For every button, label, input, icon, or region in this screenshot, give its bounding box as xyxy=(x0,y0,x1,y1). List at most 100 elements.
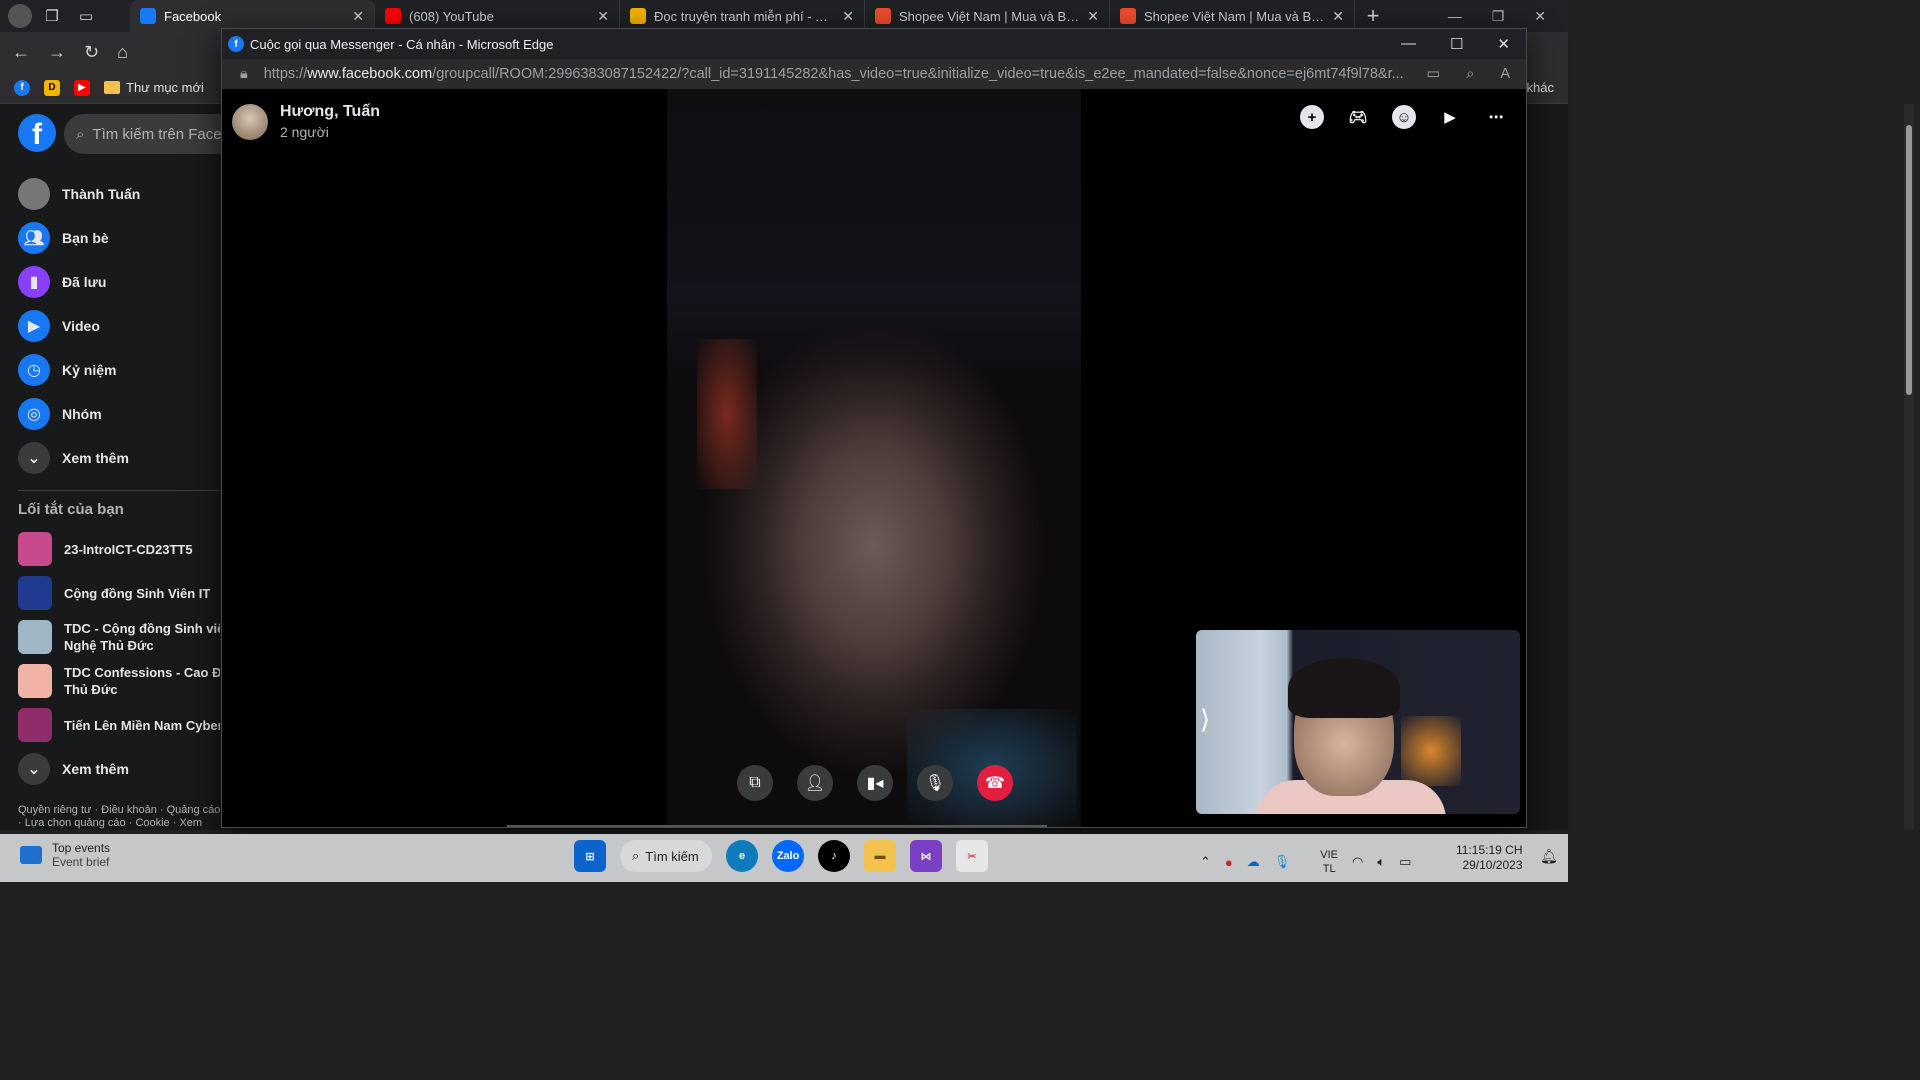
read-aloud-icon[interactable]: A xyxy=(1500,66,1510,82)
share-screen-button[interactable]: ⧉ xyxy=(737,765,773,801)
file-explorer-icon[interactable]: ▬ xyxy=(864,840,896,872)
microphone-toggle-button[interactable]: 🎙︎ xyxy=(917,765,953,801)
forward-icon[interactable]: → xyxy=(48,42,66,63)
more-options-icon[interactable]: ⋯ xyxy=(1484,105,1508,129)
visual-studio-icon[interactable]: ⋈ xyxy=(910,840,942,872)
home-icon[interactable]: ⌂ xyxy=(117,42,128,63)
sidebar-item[interactable]: ⌄ Xem thêm xyxy=(8,436,220,480)
tiktok-icon[interactable]: ♪ xyxy=(818,840,850,872)
tab-title: Shopee Việt Nam | Mua và Bán T xyxy=(899,8,1080,24)
camera-permission-icon[interactable]: ▭ xyxy=(1427,66,1441,82)
widgets-button[interactable]: Top events Event brief xyxy=(20,841,110,869)
facebook-bookmark-icon[interactable]: f xyxy=(14,79,30,96)
sidebar-item[interactable]: 👥︎ Bạn bè xyxy=(8,216,220,260)
search-icon: ⌕ xyxy=(76,125,85,143)
end-call-button[interactable]: ☎ xyxy=(977,765,1013,801)
shortcut-item[interactable]: 23-IntroICT-CD23TT5 xyxy=(8,527,220,571)
facebook-footer[interactable]: Quyền riêng tư · Điều khoản · Quảng cáo … xyxy=(18,804,223,830)
refresh-icon[interactable]: ↻ xyxy=(84,42,99,63)
popup-close-button[interactable]: ✕ xyxy=(1497,35,1510,53)
effects-icon[interactable]: ☺ xyxy=(1392,105,1416,129)
sidebar-item[interactable]: ▮ Đã lưu xyxy=(8,260,220,304)
tab-actions-icon[interactable]: ▭ xyxy=(72,2,100,30)
watch-together-icon[interactable]: ▶ xyxy=(1438,105,1462,129)
shortcut-text: Cộng đồng Sinh Viên IT xyxy=(64,585,210,602)
clock[interactable]: 11:15:19 CH 29/10/2023 xyxy=(1456,843,1523,873)
chevron-down-icon: ⌄ xyxy=(18,753,50,785)
add-person-button[interactable]: 👤︎ xyxy=(797,765,833,801)
restore-button[interactable]: ❐ xyxy=(1492,8,1505,25)
tab-title: Đọc truyện tranh miễn phí - Truy xyxy=(654,8,835,24)
profile-avatar[interactable] xyxy=(8,4,32,28)
taskbar: Top events Event brief ⊞ ⌕ Tìm kiếm e Za… xyxy=(0,834,1568,882)
page-scrollbar-thumb[interactable] xyxy=(1906,125,1912,395)
shortcut-thumbnail xyxy=(18,664,52,698)
bookmark-folder[interactable]: Thư mục mới xyxy=(104,80,204,95)
popup-minimize-button[interactable]: — xyxy=(1401,35,1416,53)
close-icon[interactable]: ✕ xyxy=(1332,8,1344,25)
shortcut-item[interactable]: TDC Confessions - Cao Đẳn Thủ Đức xyxy=(8,659,220,703)
battery-icon[interactable]: ▭ xyxy=(1399,854,1411,870)
youtube-icon xyxy=(385,8,401,24)
sidebar-item[interactable]: Thành Tuấn xyxy=(8,172,220,216)
camera-toggle-button[interactable]: ▮◂ xyxy=(857,765,893,801)
clock-date: 29/10/2023 xyxy=(1462,858,1523,872)
call-controls: ⧉ 👤︎ ▮◂ 🎙︎ ☎ xyxy=(737,765,1013,801)
chevron-up-icon[interactable]: ⌃ xyxy=(1200,854,1211,870)
input-language[interactable]: VIE TL xyxy=(1320,848,1338,876)
shortcut-item[interactable]: Cộng đồng Sinh Viên IT xyxy=(8,571,220,615)
edge-icon[interactable]: e xyxy=(726,840,758,872)
workspaces-icon[interactable]: ❐ xyxy=(38,2,66,30)
close-icon[interactable]: ✕ xyxy=(842,8,854,25)
url-prefix: https:// xyxy=(263,66,308,82)
sidebar-item[interactable]: ◷ Kỷ niệm xyxy=(8,348,220,392)
volume-icon[interactable]: 🔈︎ xyxy=(1377,854,1385,870)
shortcut-item[interactable]: TDC - Cộng đồng Sinh viên Nghệ Thủ Đức xyxy=(8,615,220,659)
close-window-button[interactable]: ✕ xyxy=(1534,8,1546,25)
self-video[interactable]: ⟩ xyxy=(1196,630,1520,814)
minimize-button[interactable]: — xyxy=(1448,8,1462,25)
tab-title: (608) YouTube xyxy=(409,8,494,24)
comic-bookmark-icon[interactable]: D xyxy=(44,79,60,96)
popup-titlebar: f Cuộc gọi qua Messenger - Cá nhân - Mic… xyxy=(222,29,1526,59)
shortcut-text: TDC Confessions - Cao Đẳn Thủ Đức xyxy=(64,664,220,698)
start-button[interactable]: ⊞ xyxy=(574,840,606,872)
shopee-icon xyxy=(875,8,891,24)
popup-window-title: Cuộc gọi qua Messenger - Cá nhân - Micro… xyxy=(250,36,554,52)
popup-maximize-button[interactable]: ☐ xyxy=(1450,35,1463,53)
shortcuts-see-more-label: Xem thêm xyxy=(62,761,129,777)
popup-address-bar[interactable]: 🔒︎ https://www.facebook.com/groupcall/RO… xyxy=(222,59,1526,89)
snipping-tool-icon[interactable]: ✂ xyxy=(956,840,988,872)
sidebar-item[interactable]: ◎ Nhóm xyxy=(8,392,220,436)
close-icon[interactable]: ✕ xyxy=(352,8,364,25)
close-icon[interactable]: ✕ xyxy=(1087,8,1099,25)
url-domain: www.facebook.com xyxy=(307,66,433,82)
other-bookmarks[interactable]: khác xyxy=(1527,80,1554,95)
video-icon: ▶ xyxy=(18,310,50,342)
microphone-icon[interactable]: 🎙︎ xyxy=(1274,854,1291,870)
add-icon[interactable]: + xyxy=(1300,105,1324,129)
collapse-self-view-icon[interactable]: ⟩ xyxy=(1200,704,1210,735)
onedrive-icon[interactable]: ☁ xyxy=(1247,854,1260,870)
popup-scrollbar[interactable] xyxy=(507,825,1047,827)
shortcut-line1: TDC - Cộng đồng Sinh viên xyxy=(64,621,220,636)
close-icon[interactable]: ✕ xyxy=(597,8,609,25)
zoom-icon[interactable]: ⌕ xyxy=(1466,66,1474,82)
security-icon[interactable]: ● xyxy=(1225,855,1233,870)
sidebar-item[interactable]: ▶ Video xyxy=(8,304,220,348)
games-icon[interactable]: 🎮︎ xyxy=(1346,105,1370,129)
url-path: /groupcall/ROOM:2996383087152422/?call_i… xyxy=(432,66,1404,82)
wifi-icon[interactable]: ◠ xyxy=(1352,854,1363,870)
new-tab-button[interactable]: + xyxy=(1355,3,1391,29)
taskbar-search[interactable]: ⌕ Tìm kiếm xyxy=(620,840,712,872)
popup-url[interactable]: https://www.facebook.com/groupcall/ROOM:… xyxy=(264,66,1411,82)
zalo-icon[interactable]: Zalo xyxy=(772,840,804,872)
youtube-bookmark-icon[interactable]: ▶ xyxy=(74,79,90,96)
notifications-icon[interactable]: 🔔︎ xyxy=(1540,848,1558,865)
shortcuts-see-more[interactable]: ⌄ Xem thêm xyxy=(8,747,220,791)
back-icon[interactable]: ← xyxy=(12,42,30,63)
shortcut-item[interactable]: Tiến Lên Miền Nam Cyberg xyxy=(8,703,220,747)
facebook-logo[interactable]: f xyxy=(18,114,56,152)
shortcut-line2: Nghệ Thủ Đức xyxy=(64,638,154,653)
lock-icon[interactable]: 🔒︎ xyxy=(240,66,248,82)
